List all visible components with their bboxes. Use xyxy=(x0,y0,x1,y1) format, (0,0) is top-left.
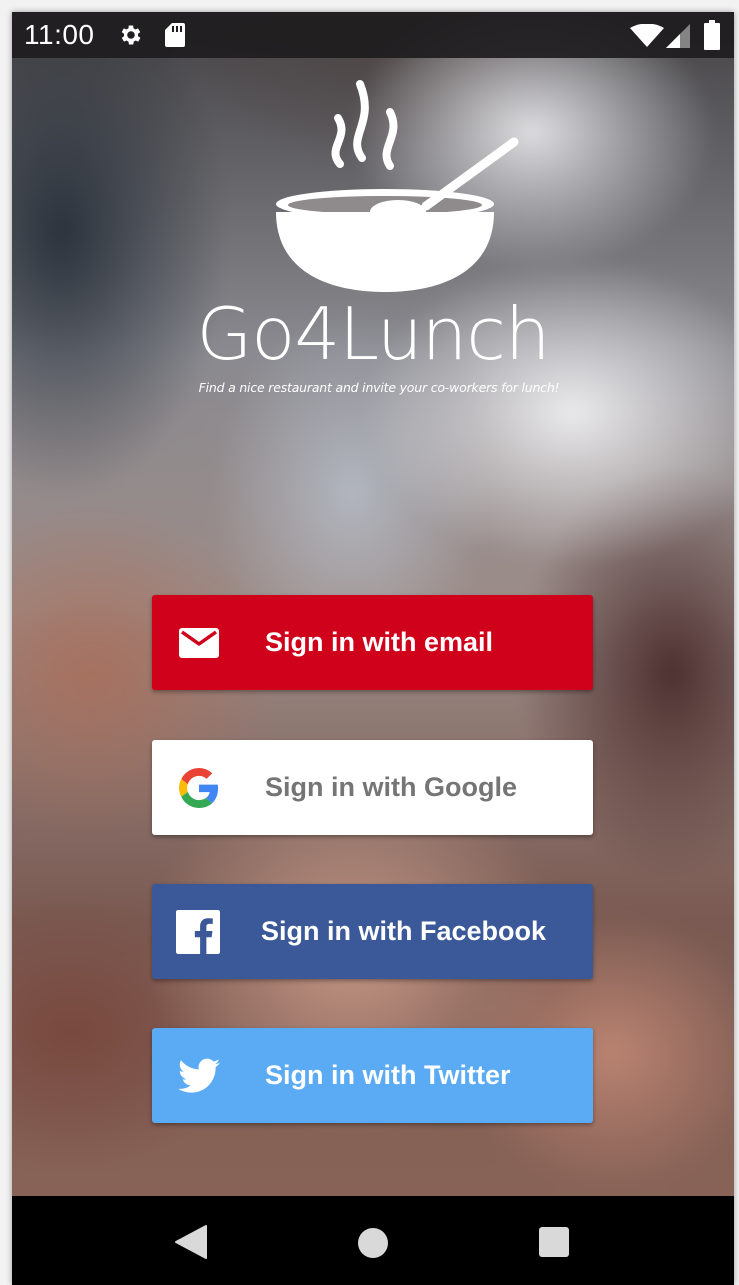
login-screen: 11:00 Go4Lunch Find a nice restaurant an… xyxy=(12,12,734,1196)
sign-in-google-label: Sign in with Google xyxy=(265,772,517,802)
battery-icon xyxy=(704,20,720,50)
sign-in-facebook-label: Sign in with Facebook xyxy=(261,916,547,946)
sign-in-google-button[interactable]: Sign in with Google xyxy=(152,740,593,835)
wifi-icon xyxy=(630,24,664,47)
sign-in-twitter-label: Sign in with Twitter xyxy=(265,1060,511,1090)
sign-in-twitter-button[interactable]: Sign in with Twitter xyxy=(152,1028,593,1123)
sd-card-icon xyxy=(165,23,185,47)
app-logo: Go4Lunch Find a nice restaurant and invi… xyxy=(12,62,734,402)
google-icon xyxy=(179,768,219,808)
mail-icon xyxy=(179,628,219,658)
app-title: Go4Lunch xyxy=(196,292,551,376)
sign-in-email-label: Sign in with email xyxy=(265,627,494,657)
status-time: 11:00 xyxy=(24,19,95,50)
soup-bowl-icon xyxy=(276,80,519,292)
gear-icon xyxy=(121,25,141,45)
app-tagline: Find a nice restaurant and invite your c… xyxy=(198,380,560,395)
facebook-icon xyxy=(176,910,220,954)
signal-icon xyxy=(666,24,690,48)
twitter-icon xyxy=(178,1058,220,1093)
back-icon[interactable] xyxy=(174,1224,208,1260)
status-bar: 11:00 xyxy=(12,12,734,58)
device-frame: 11:00 Go4Lunch Find a nice restaurant an… xyxy=(12,12,734,1285)
sign-in-email-button[interactable]: Sign in with email xyxy=(152,595,593,690)
sign-in-facebook-button[interactable]: Sign in with Facebook xyxy=(152,884,593,979)
home-icon[interactable] xyxy=(356,1226,390,1260)
recents-icon[interactable] xyxy=(538,1226,570,1258)
navigation-bar xyxy=(12,1196,734,1285)
